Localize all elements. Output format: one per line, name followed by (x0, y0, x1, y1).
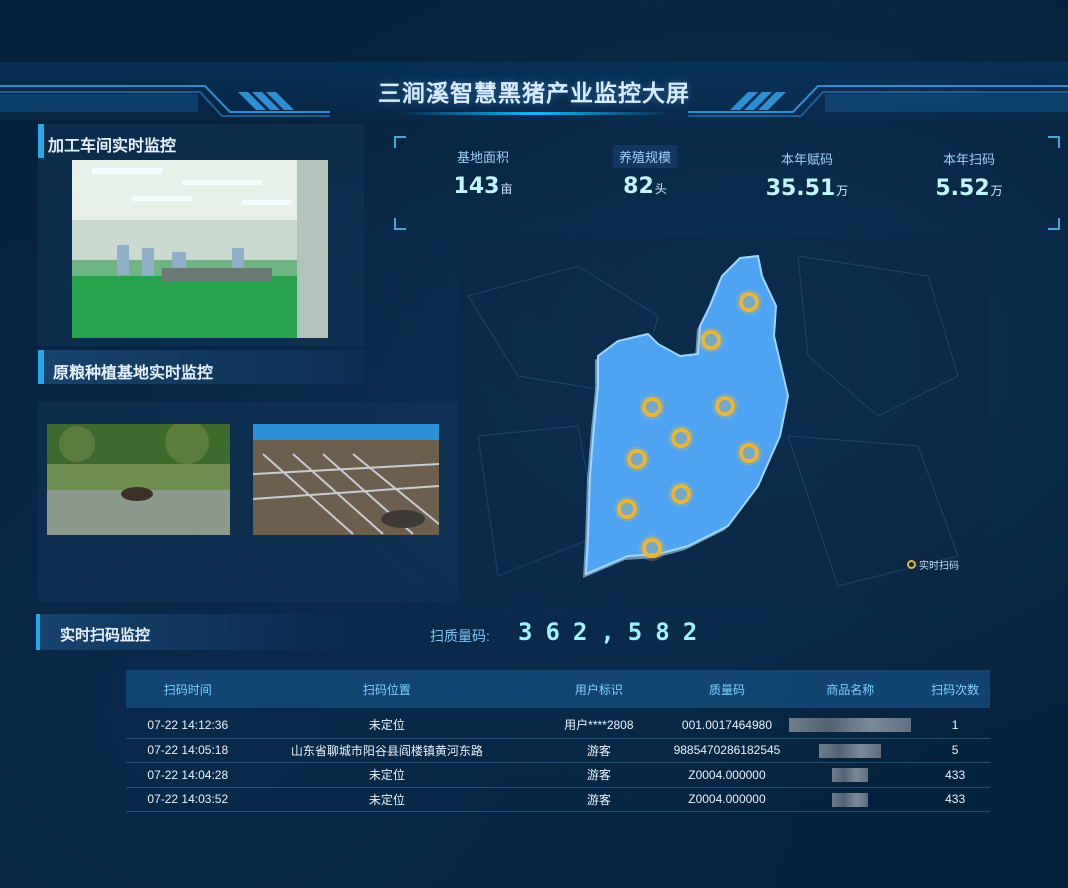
stat-base-area: 基地面积 143亩 (423, 145, 543, 199)
cell-user: 游客 (524, 787, 674, 812)
column-header: 扫码次数 (931, 682, 980, 697)
scan-count-label: 扫质量码: (430, 628, 490, 644)
base-photo-pens (253, 424, 439, 535)
cell-location: 未定位 (249, 787, 525, 812)
scan-title-marker (36, 614, 40, 650)
map-area[interactable] (458, 236, 990, 604)
legend-ring-icon (907, 560, 916, 569)
cell-location: 未定位 (249, 708, 525, 739)
column-header: 扫码时间 (163, 682, 212, 697)
cell-code: Z0004.000000 (673, 787, 781, 812)
cell-count: 433 (920, 787, 990, 812)
workshop-panel-title: 加工车间实时监控 (48, 136, 177, 155)
cell-product-redacted (780, 738, 921, 763)
column-header: 质量码 (708, 682, 745, 697)
cell-time: 07-22 14:04:28 (126, 762, 250, 788)
map-marker (624, 446, 650, 472)
stat-label: 养殖规模 (612, 145, 677, 168)
cell-count: 433 (920, 762, 990, 788)
cell-time: 07-22 14:05:18 (126, 738, 250, 763)
table-row[interactable]: 07-22 14:05:18 山东省聊城市阳谷县阎楼镇黄河东路 游客 98854… (126, 738, 990, 763)
cell-time: 07-22 14:12:36 (126, 708, 250, 739)
base-camera-feed-2[interactable] (253, 424, 439, 535)
stat-label: 基地面积 (456, 150, 509, 165)
cell-code: 9885470286182545 (673, 738, 781, 763)
table-row[interactable]: 07-22 14:03:52 未定位 游客 Z0004.000000 433 (126, 787, 990, 812)
map-marker (639, 394, 665, 420)
cell-code: Z0004.000000 (673, 762, 781, 788)
title-underline (400, 112, 670, 115)
stat-value: 143亩 (453, 174, 513, 199)
stat-value: 35.51万 (765, 176, 849, 201)
legend-label: 实时扫码 (919, 561, 959, 572)
scan-section-title: 实时扫码监控 (60, 626, 151, 644)
table-header-row: 扫码时间 扫码位置 用户标识 质量码 商品名称 扫码次数 (126, 670, 990, 708)
map-marker (712, 393, 738, 419)
cell-product-redacted (780, 708, 921, 739)
map-legend: 实时扫码 (907, 557, 959, 572)
cell-product-redacted (780, 762, 921, 788)
cell-location: 未定位 (249, 762, 525, 788)
base-panel-title: 原粮种植基地实时监控 (53, 363, 214, 382)
map-marker (736, 289, 762, 315)
cell-user: 游客 (524, 762, 674, 788)
cell-count: 1 (920, 708, 990, 739)
base-camera-feed-1[interactable] (47, 424, 230, 535)
cell-location: 山东省聊城市阳谷县阎楼镇黄河东路 (249, 738, 525, 763)
cell-user: 用户****2808 (524, 708, 674, 739)
workshop-photo (72, 160, 328, 338)
column-header: 商品名称 (826, 682, 875, 697)
column-header: 扫码位置 (362, 682, 411, 697)
workshop-title-marker (38, 124, 44, 158)
stat-value: 82头 (623, 174, 667, 199)
map-marker (698, 327, 724, 353)
map-marker (614, 496, 640, 522)
region-map (467, 254, 959, 587)
column-header: 用户标识 (574, 682, 623, 697)
map-marker (668, 425, 694, 451)
stat-breeding-scale: 养殖规模 82头 (585, 145, 705, 199)
scan-table: 扫码时间 扫码位置 用户标识 质量码 商品名称 扫码次数 07-22 14:12… (126, 670, 990, 812)
cell-user: 游客 (524, 738, 674, 763)
stat-year-coded: 本年赋码 35.51万 (747, 147, 867, 201)
cell-product-redacted (780, 787, 921, 812)
workshop-camera-feed[interactable] (72, 160, 328, 338)
stat-label: 本年赋码 (780, 152, 833, 167)
cell-code: 001.0017464980 (673, 708, 781, 739)
stat-label: 本年扫码 (942, 152, 995, 167)
scan-count-value: 362,582 (518, 618, 711, 646)
page-title: 三涧溪智慧黑猪产业监控大屏 (378, 81, 690, 107)
cell-time: 07-22 14:03:52 (126, 787, 250, 812)
cell-count: 5 (920, 738, 990, 763)
stat-value: 5.52万 (935, 176, 1003, 201)
base-title-marker (38, 350, 44, 384)
table-row[interactable]: 07-22 14:04:28 未定位 游客 Z0004.000000 433 (126, 762, 990, 788)
stat-year-scanned: 本年扫码 5.52万 (909, 147, 1029, 201)
map-marker (736, 440, 762, 466)
base-photo-pond (47, 424, 230, 535)
map-marker (668, 481, 694, 507)
table-row[interactable]: 07-22 14:12:36 未定位 用户****2808 001.001746… (126, 708, 990, 739)
map-marker (639, 535, 665, 561)
